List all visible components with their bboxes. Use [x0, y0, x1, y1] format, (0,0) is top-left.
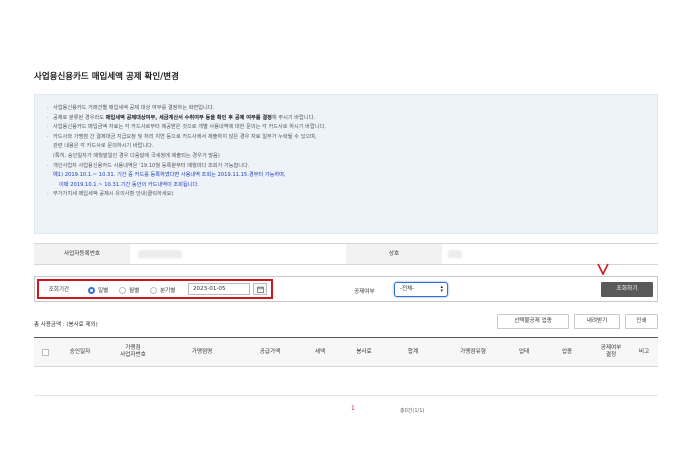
- deduction-select[interactable]: -전체- ▴ ▾: [394, 282, 448, 297]
- info-line: · 개인사업자 사업용신용카드 사용내역은 '19.10월 등록분부터 매월마다 …: [47, 162, 250, 169]
- col-header: 봉사료: [356, 348, 372, 355]
- radio-circle: [88, 286, 95, 294]
- radio-circle: [119, 286, 126, 294]
- annotation-v-mark: [597, 263, 609, 275]
- info-line: · 공제로 분류된 경우라도 매입세액 공제대상여부, 세금계산서 수취여부 등을…: [47, 114, 316, 121]
- info-line: (특히, 승인일자가 매월말일인 경우 다음달에 국세청에 제출되는 경우가 많…: [53, 152, 220, 159]
- radio-circle: [150, 286, 157, 294]
- select-arrows-icon: ▴ ▾: [440, 284, 443, 294]
- grid-bottom-border: [34, 395, 658, 396]
- select-all-checkbox-cell: [34, 338, 56, 366]
- radio-quarterly[interactable]: 분기별: [150, 286, 175, 294]
- info-line: · 사업용신용카드 거래건별 매입세액 공제 대상 여부를 결정하는 화면입니다.: [47, 105, 215, 111]
- col-header: 가맹점 사업자번호: [120, 345, 146, 358]
- col-header: 가맹점유형: [460, 348, 486, 355]
- page-title: 사업용신용카드 매입세액 공제 확인/변경: [34, 72, 179, 82]
- info-line: · 사업용신용카드 매입금액 자료는 각 카드사로부터 제공받은 것으로 개별 사…: [47, 124, 326, 131]
- info-bold-text: 매입세액 공제대상여부, 세금계산서 수취여부 등을 확인 후 공제 여부를 결…: [105, 114, 272, 121]
- print-button[interactable]: 인쇄: [625, 314, 658, 329]
- deduction-label: 공제여부: [354, 289, 375, 295]
- info-notice-box: · 사업용신용카드 거래건별 매입세액 공제 대상 여부를 결정하는 화면입니다.…: [34, 94, 658, 234]
- select-all-checkbox[interactable]: [41, 348, 49, 356]
- col-header: 세액: [314, 348, 326, 355]
- col-header: 비고: [638, 348, 650, 355]
- col-header: 업종: [561, 348, 573, 355]
- period-highlight-box: · 조회기간 일별 월별 분기별 2023-01-05: [37, 279, 273, 299]
- period-label: · 조회기간: [45, 287, 70, 293]
- radio-monthly[interactable]: 월별: [119, 286, 139, 294]
- calendar-button[interactable]: [253, 283, 267, 295]
- download-button[interactable]: 내려받기: [574, 314, 620, 329]
- total-amount-label: 총 사용금액 : (봉사료 제외): [34, 322, 98, 328]
- select-non-deduct-button[interactable]: 선택불공제 업종: [497, 314, 569, 329]
- reg-no-value-redacted: [138, 250, 182, 258]
- vat-notice-link[interactable]: · 부가가치세 매입세액 공제시 유의사항 안내(클릭하세요): [47, 190, 645, 200]
- business-name-label: 상호: [346, 244, 442, 264]
- query-button[interactable]: 조회하기: [601, 282, 653, 297]
- col-header: 합계: [407, 348, 419, 355]
- info-line: 관련 내용은 각 카드사로 문의하시기 바랍니다.: [53, 143, 154, 150]
- col-header: 업태: [518, 348, 530, 355]
- page-number[interactable]: 1: [351, 405, 355, 412]
- info-line: · 카드사와 가맹점 간 결제대금 지급요청 및 처리 지연 등으로 카드사에서 …: [47, 133, 317, 140]
- business-info-row: 사업자등록번호 상호: [34, 243, 658, 265]
- col-header: 공제여부 결정: [600, 345, 622, 358]
- radio-daily[interactable]: 일별: [88, 286, 108, 294]
- calendar-icon: [256, 285, 264, 293]
- reg-no-label: 사업자등록번호: [34, 244, 130, 264]
- col-header: 공급가액: [259, 348, 281, 355]
- search-panel: · 조회기간 일별 월별 분기별 2023-01-05 공제여부 -전체- ▴ ▾…: [34, 276, 658, 302]
- info-line-example: 이때 2019.10.1.~ 10.31.기간 동안의 카드내역이 조회됩니다.: [59, 181, 199, 188]
- business-name-value-redacted: [448, 250, 462, 258]
- info-line-example: 예1) 2019.10.1.~ 10.31. 기간 중 카드를 등록하였다면 사…: [53, 172, 286, 179]
- page-summary: 총0건(1/1): [400, 408, 425, 414]
- col-header: 가맹점명: [191, 348, 213, 355]
- grid-header: 승인일자 가맹점 사업자번호 가맹점명 공급가액 세액 봉사료 합계 가맹점유형…: [34, 337, 658, 367]
- col-header: 승인일자: [69, 348, 91, 355]
- date-input[interactable]: 2023-01-05: [188, 283, 250, 295]
